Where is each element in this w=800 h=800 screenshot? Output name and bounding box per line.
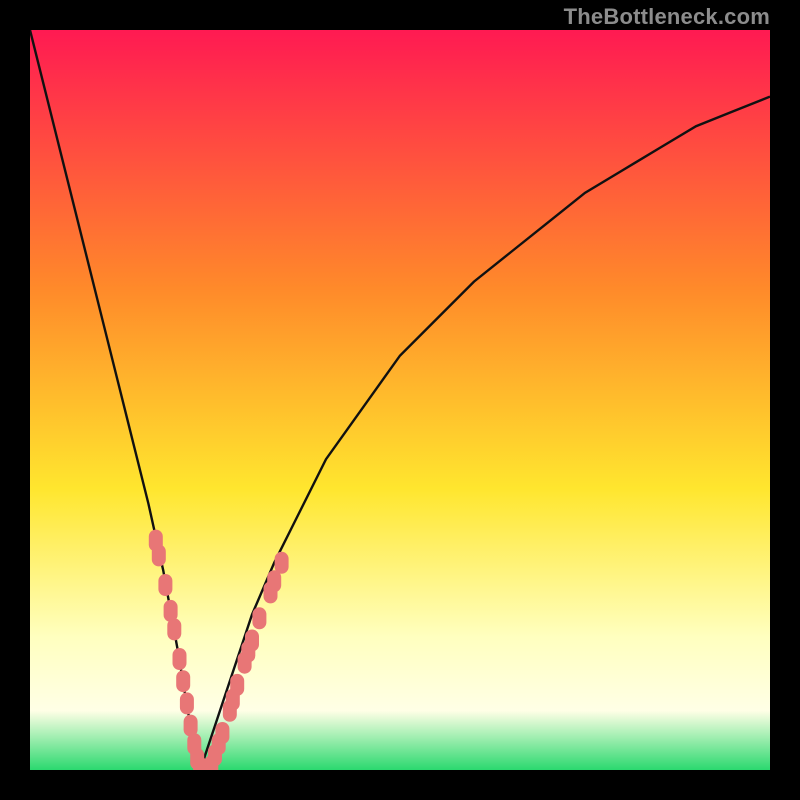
chart-frame: TheBottleneck.com <box>0 0 800 800</box>
gradient-background <box>30 30 770 770</box>
data-marker <box>245 630 259 652</box>
data-marker <box>230 674 244 696</box>
data-marker <box>275 552 289 574</box>
data-marker <box>252 607 266 629</box>
plot-area <box>30 30 770 770</box>
data-marker <box>215 722 229 744</box>
data-marker <box>173 648 187 670</box>
data-marker <box>158 574 172 596</box>
bottleneck-chart <box>30 30 770 770</box>
data-marker <box>167 618 181 640</box>
data-marker <box>176 670 190 692</box>
data-marker <box>152 544 166 566</box>
watermark-text: TheBottleneck.com <box>564 4 770 30</box>
data-marker <box>267 570 281 592</box>
data-marker <box>180 692 194 714</box>
